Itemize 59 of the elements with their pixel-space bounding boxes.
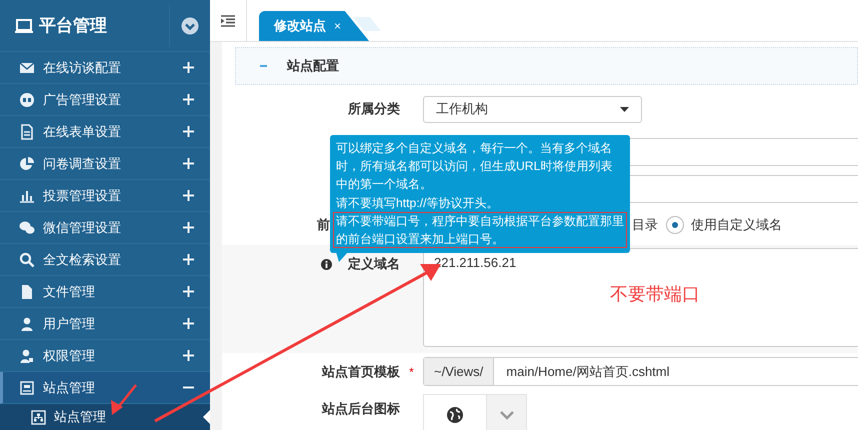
field-label: 站点首页模板 bbox=[322, 362, 400, 380]
path-prefix: ~/Views/ bbox=[424, 358, 494, 385]
document-icon bbox=[19, 124, 35, 140]
plus-icon bbox=[183, 158, 194, 169]
sidebar-item[interactable]: 在线表单设置 bbox=[0, 116, 210, 148]
plus-icon bbox=[183, 254, 194, 265]
laptop-icon bbox=[15, 18, 33, 32]
annotation-text: 不要带端口 bbox=[610, 283, 700, 306]
plus-icon bbox=[183, 190, 194, 201]
field-label: 定义域名 bbox=[348, 255, 400, 273]
tab[interactable] bbox=[353, 17, 382, 31]
sidebar-item[interactable]: 用户管理 bbox=[0, 308, 210, 340]
sidebar-item[interactable]: 投票管理设置 bbox=[0, 180, 210, 212]
tooltip-text: 可以绑定多个自定义域名，每行一个。当有多个域名时，所有域名都可以访问，但生成URL时将使用列表中的第一个域名。 bbox=[335, 140, 614, 194]
sitemap-icon bbox=[31, 410, 46, 424]
radio-option[interactable]: 使用自定义域名 bbox=[666, 216, 782, 234]
field-label: 站点后台图标 bbox=[322, 400, 400, 418]
tab[interactable]: 修改站点 × bbox=[259, 11, 370, 41]
plus-icon bbox=[183, 350, 194, 361]
circle-icon bbox=[19, 92, 35, 108]
menu-icon bbox=[221, 14, 235, 26]
window-icon bbox=[19, 380, 35, 396]
field-label: 所属分类 bbox=[348, 100, 400, 118]
section-header[interactable]: 站点配置 bbox=[235, 47, 858, 85]
field-label: 前 bbox=[317, 216, 330, 234]
person-icon bbox=[19, 348, 35, 364]
plus-icon bbox=[183, 62, 194, 73]
sidebar-item[interactable]: 站点管理 bbox=[0, 372, 210, 404]
sidebar-item[interactable]: 广告管理设置 bbox=[0, 84, 210, 116]
category-select[interactable]: 工作机构 bbox=[423, 96, 642, 122]
chat-icon bbox=[19, 220, 35, 236]
annotation-arrow bbox=[111, 384, 137, 415]
sidebar-item[interactable]: 在线访谈配置 bbox=[0, 52, 210, 84]
template-input[interactable]: ~/Views/ main/Home/网站首页.cshtml bbox=[423, 357, 858, 386]
radio-button[interactable] bbox=[666, 216, 684, 234]
sidebar-item[interactable]: 问卷调查设置 bbox=[0, 148, 210, 180]
sidebar-subitem[interactable]: 站点管理 bbox=[0, 404, 210, 430]
required-mark: * bbox=[409, 364, 414, 378]
sidebar-item[interactable]: 文件管理 bbox=[0, 276, 210, 308]
chevron-down-icon bbox=[500, 410, 514, 420]
icon-picker[interactable] bbox=[423, 394, 527, 430]
plus-icon bbox=[183, 94, 194, 105]
plus-icon bbox=[183, 222, 194, 233]
tooltip-text: 请不要填写http://等协议开头。 bbox=[335, 194, 500, 212]
sidebar-item[interactable]: 全文检索设置 bbox=[0, 244, 210, 276]
plus-icon bbox=[183, 286, 194, 297]
sidebar-item[interactable]: 微信管理设置 bbox=[0, 212, 210, 244]
globe-icon bbox=[447, 407, 463, 423]
search-icon bbox=[19, 252, 35, 268]
sidebar-title: 平台管理 bbox=[39, 15, 107, 37]
radio-option[interactable]: 目录 bbox=[632, 216, 658, 234]
plus-icon bbox=[183, 318, 194, 329]
pie-chart-icon bbox=[19, 156, 35, 172]
caret-icon bbox=[620, 106, 629, 112]
tooltip-text: 请不要带端口号，程序中要自动根据平台参数配置那里的前台端口设置来加上端口号。 bbox=[333, 212, 627, 248]
file-icon bbox=[19, 284, 35, 300]
user-icon bbox=[19, 316, 35, 332]
plus-icon bbox=[183, 126, 194, 137]
chevron-down-icon bbox=[181, 16, 199, 34]
